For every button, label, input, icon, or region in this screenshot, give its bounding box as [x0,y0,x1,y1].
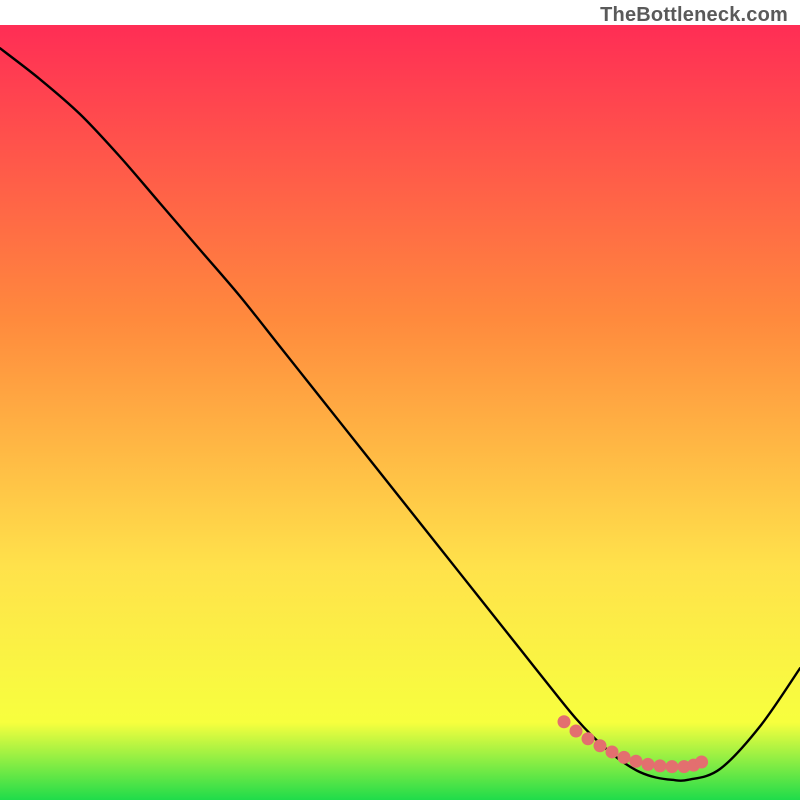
recommended-marker [558,715,571,728]
bottleneck-chart [0,0,800,800]
recommended-marker [654,759,667,772]
watermark-text: TheBottleneck.com [600,4,788,27]
recommended-marker [606,745,619,758]
recommended-marker [666,760,679,773]
gradient-background [0,25,800,800]
chart-stage: TheBottleneck.com [0,0,800,800]
recommended-marker [630,755,643,768]
recommended-marker [695,756,708,769]
recommended-marker [618,751,631,764]
recommended-marker [642,758,655,771]
recommended-marker [594,739,607,752]
recommended-marker [570,725,583,738]
recommended-marker [582,732,595,745]
